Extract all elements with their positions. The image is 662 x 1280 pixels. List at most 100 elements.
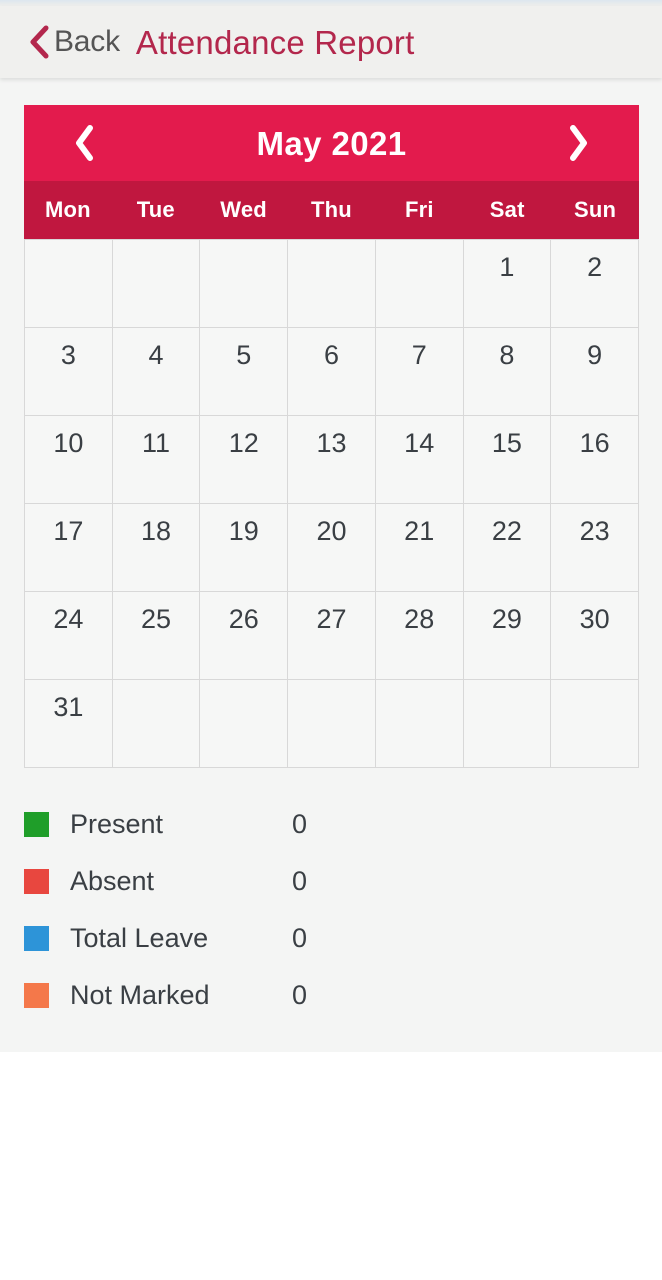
legend-label: Total Leave: [70, 923, 209, 953]
calendar-day-number: 10: [53, 428, 84, 458]
attendance-legend: Present 0 Absent 0 Total Leave 0 Not Marked 0: [24, 796, 424, 1024]
calendar-day-number: 17: [53, 516, 84, 546]
calendar-day-number: 11: [142, 428, 171, 458]
calendar-cell-empty: [375, 240, 464, 328]
calendar-day-number: 15: [491, 428, 522, 458]
calendar-weekday-wed: Wed: [220, 197, 267, 222]
calendar-day-number: 25: [141, 604, 172, 634]
calendar-day-cell[interactable]: 9: [551, 328, 639, 416]
calendar-cell-empty: [551, 680, 639, 768]
calendar-day-number: 6: [323, 340, 339, 370]
calendar-day-number: 3: [60, 340, 76, 370]
calendar-day-number: 9: [587, 340, 603, 370]
calendar-day-number: 5: [236, 340, 252, 370]
calendar-day-cell[interactable]: 27: [288, 592, 376, 680]
calendar-day-cell[interactable]: 23: [551, 504, 639, 592]
calendar-day-cell[interactable]: 24: [25, 592, 113, 680]
legend-label: Present: [70, 809, 164, 839]
calendar-cell-empty: [112, 240, 201, 328]
calendar-month-label: May 2021: [256, 124, 407, 162]
legend-item: Total Leave 0: [24, 910, 424, 967]
calendar-day-cell[interactable]: 7: [375, 328, 464, 416]
calendar-cell-empty: [200, 240, 289, 328]
calendar-day-number: 26: [228, 604, 259, 634]
calendar-day-number: 29: [491, 604, 522, 634]
calendar-day-cell[interactable]: 30: [551, 592, 639, 680]
calendar-day-cell[interactable]: 28: [375, 592, 464, 680]
calendar-day-cell[interactable]: 17: [25, 504, 113, 592]
legend-value: 0: [292, 866, 308, 896]
calendar-day-number: 1: [499, 252, 515, 282]
calendar-day-number: 27: [316, 604, 347, 634]
calendar-cell-empty: [288, 680, 376, 768]
calendar-day-number: 24: [53, 604, 84, 634]
calendar-day-number: 12: [228, 428, 259, 458]
attendance-calendar: May 2021 Mon Tue Wed Thu Fri Sat Sun 123456789…: [24, 105, 639, 768]
next-month-button[interactable]: [541, 105, 617, 181]
calendar-day-cell[interactable]: 20: [288, 504, 376, 592]
calendar-day-number: 28: [404, 604, 435, 634]
calendar-day-number: 19: [228, 516, 259, 546]
legend-color-swatch: [24, 983, 49, 1008]
calendar-cell-empty: [288, 240, 376, 328]
calendar-day-cell[interactable]: 4: [112, 328, 201, 416]
calendar-day-cell[interactable]: 14: [375, 416, 464, 504]
calendar-weekday-sun: Sun: [573, 197, 617, 222]
calendar-day-cell[interactable]: 10: [25, 416, 113, 504]
calendar-day-cell[interactable]: 11: [112, 416, 201, 504]
calendar-day-number: 20: [316, 516, 347, 546]
calendar-day-number: 13: [316, 428, 347, 458]
back-button[interactable]: Back: [28, 25, 120, 59]
calendar-day-cell[interactable]: 8: [463, 328, 552, 416]
legend-item: Present 0: [24, 796, 424, 853]
back-button-label: Back: [54, 25, 120, 58]
calendar-day-number: 14: [404, 428, 435, 458]
calendar-day-grid: 1 2 3 4 5 6 7 8 9 10 11 12 13 14 15 16 17 18 19 20 21 22 23 24 2…: [24, 239, 639, 768]
chevron-left-icon: [71, 123, 97, 163]
legend-item: Absent 0: [24, 853, 424, 910]
legend-color-swatch: [24, 869, 49, 894]
calendar-weekday-fri: Fri: [404, 197, 434, 222]
calendar-day-cell[interactable]: 2: [551, 240, 639, 328]
chevron-left-icon: [28, 25, 50, 59]
calendar-weekday-tue: Tue: [136, 197, 175, 222]
chevron-right-icon: [566, 123, 592, 163]
calendar-day-cell[interactable]: 3: [25, 328, 113, 416]
legend-label: Absent: [70, 866, 155, 896]
calendar-day-cell[interactable]: 22: [463, 504, 552, 592]
calendar-cell-empty: [463, 680, 552, 768]
calendar-day-number: 18: [141, 516, 172, 546]
legend-label: Not Marked: [70, 980, 210, 1010]
content-panel: May 2021 Mon Tue Wed Thu Fri Sat Sun 123456789…: [0, 78, 662, 1052]
calendar-day-number: 23: [579, 516, 610, 546]
top-navigation-bar: Back Attendance Report: [0, 6, 662, 78]
calendar-day-cell[interactable]: 15: [463, 416, 552, 504]
calendar-day-cell[interactable]: 25: [112, 592, 201, 680]
calendar-day-cell[interactable]: 26: [200, 592, 289, 680]
calendar-day-cell[interactable]: 13: [288, 416, 376, 504]
calendar-day-number: 4: [148, 340, 164, 370]
calendar-cell-empty: [25, 240, 113, 328]
page-title: Attendance Report: [135, 23, 415, 61]
legend-item: Not Marked 0: [24, 967, 424, 1024]
calendar-day-cell[interactable]: 29: [463, 592, 552, 680]
calendar-day-cell[interactable]: 1: [463, 240, 552, 328]
calendar-day-cell[interactable]: 5: [200, 328, 289, 416]
calendar-day-number: 7: [411, 340, 427, 370]
calendar-day-cell[interactable]: 12: [200, 416, 289, 504]
calendar-day-cell[interactable]: 31: [25, 680, 113, 768]
attendance-report-screen: Back Attendance Report May 2021 Mon Tue …: [0, 0, 662, 1280]
calendar-day-number: 16: [579, 428, 610, 458]
calendar-day-cell[interactable]: 16: [551, 416, 639, 504]
calendar-day-cell[interactable]: 21: [375, 504, 464, 592]
legend-value: 0: [292, 980, 308, 1010]
calendar-weekday-thu: Thu: [311, 197, 352, 222]
calendar-day-number: 31: [53, 692, 84, 722]
calendar-day-cell[interactable]: 18: [112, 504, 201, 592]
calendar-weekday-sat: Sat: [489, 197, 525, 222]
calendar-day-cell[interactable]: 19: [200, 504, 289, 592]
calendar-weekday-header: Mon Tue Wed Thu Fri Sat Sun: [24, 181, 639, 239]
previous-month-button[interactable]: [46, 105, 122, 181]
calendar-day-number: 30: [579, 604, 610, 634]
calendar-day-cell[interactable]: 6: [288, 328, 376, 416]
